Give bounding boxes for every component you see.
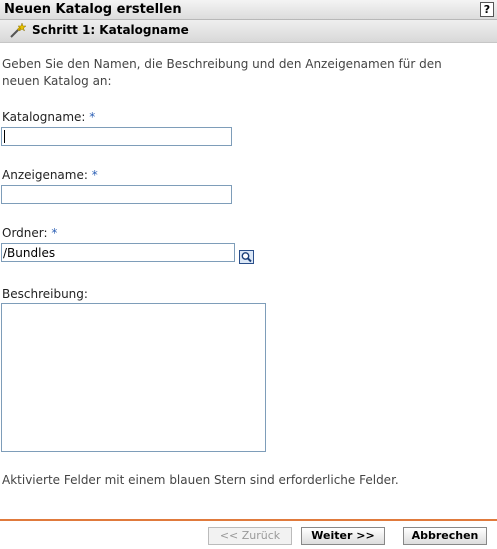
- description-label: Beschreibung:: [2, 287, 88, 301]
- footer-divider: [0, 519, 497, 521]
- window-title: Neuen Katalog erstellen: [4, 2, 182, 17]
- folder-input[interactable]: [1, 243, 235, 262]
- display-name-label-text: Anzeigename:: [2, 168, 88, 182]
- display-name-label: Anzeigename: *: [2, 168, 98, 182]
- wizard-wand-icon: [10, 23, 26, 38]
- back-button[interactable]: << Zurück: [208, 527, 292, 545]
- magnifier-browse-icon[interactable]: [239, 250, 254, 264]
- text-caret: [4, 130, 5, 143]
- next-button[interactable]: Weiter >>: [301, 527, 385, 545]
- display-name-input[interactable]: [1, 185, 232, 204]
- step-title: Schritt 1: Katalogname: [32, 23, 189, 37]
- required-star: *: [51, 226, 58, 240]
- description-textarea[interactable]: [1, 303, 266, 452]
- catalog-name-input[interactable]: [1, 127, 232, 146]
- folder-label-text: Ordner:: [2, 226, 48, 240]
- catalog-name-label-text: Katalogname:: [2, 110, 86, 124]
- catalog-name-label: Katalogname: *: [2, 110, 95, 124]
- required-star: *: [89, 110, 96, 124]
- required-star: *: [91, 168, 98, 182]
- step-header: Schritt 1: Katalogname: [0, 20, 497, 43]
- window-title-bar: Neuen Katalog erstellen ?: [0, 0, 497, 20]
- intro-text: Geben Sie den Namen, die Beschreibung un…: [2, 57, 442, 88]
- help-button[interactable]: ?: [480, 2, 494, 17]
- required-fields-note: Aktivierte Felder mit einem blauen Stern…: [2, 473, 399, 487]
- cancel-button[interactable]: Abbrechen: [403, 527, 487, 545]
- folder-label: Ordner: *: [2, 226, 57, 240]
